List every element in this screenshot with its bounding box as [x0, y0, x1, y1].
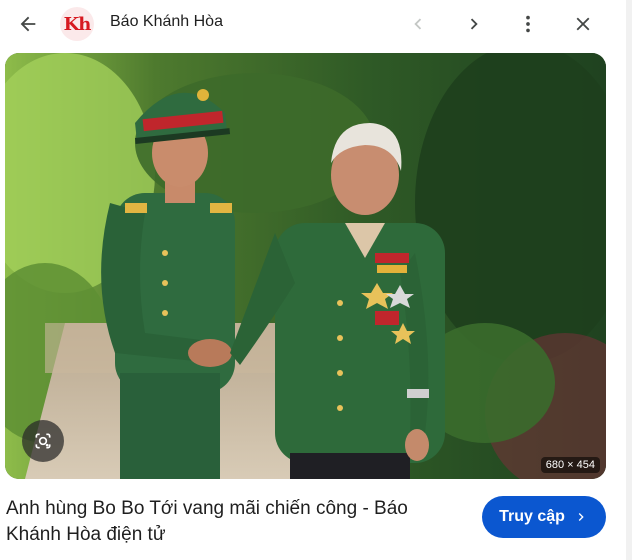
chevron-left-icon [414, 18, 422, 30]
google-lens-button[interactable] [22, 420, 64, 462]
more-options-button[interactable] [508, 4, 548, 44]
image-dimensions-badge: 680 × 454 [540, 457, 600, 473]
preview-image[interactable]: 680 × 454 [5, 53, 606, 479]
chevron-right-icon [578, 513, 584, 521]
back-button[interactable] [8, 4, 48, 44]
viewer-header: Kh Báo Khánh Hòa [0, 0, 632, 48]
google-lens-icon [35, 433, 51, 449]
next-image-button[interactable] [454, 4, 494, 44]
more-vert-icon [526, 15, 530, 33]
visit-button-label: Truy cập [499, 508, 565, 525]
image-caption-title[interactable]: Anh hùng Bo Bo Tới vang mãi chiến công -… [6, 496, 446, 548]
source-name[interactable]: Báo Khánh Hòa [110, 13, 223, 31]
close-button[interactable] [563, 4, 603, 44]
close-icon [576, 17, 590, 31]
arrow-left-icon [20, 16, 36, 32]
visit-button[interactable]: Truy cập [482, 496, 606, 538]
logo-text: Kh [63, 13, 92, 35]
previous-image-button[interactable] [398, 4, 438, 44]
chevron-right-icon [470, 18, 478, 30]
photo-two-soldiers-handshake [5, 53, 606, 479]
scrollbar[interactable] [626, 0, 632, 560]
source-logo[interactable]: Kh [60, 7, 94, 41]
